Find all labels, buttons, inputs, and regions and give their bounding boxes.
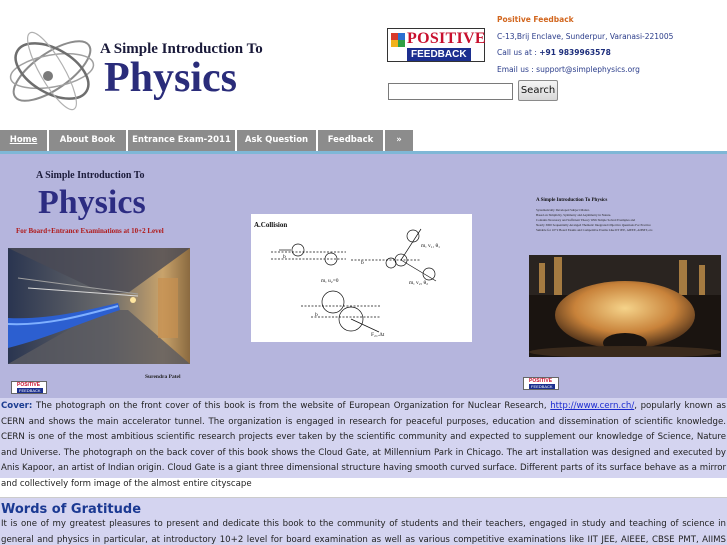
mini-logo-bottom: FEEDBACK: [529, 384, 555, 389]
mini-feedback-logo[interactable]: POSITIVE FEEDBACK: [523, 377, 559, 390]
search-button[interactable]: Search: [518, 80, 558, 101]
main-nav: Home About Book Entrance Exam-2011 Ask Q…: [0, 130, 727, 152]
positive-feedback-badge[interactable]: POSITIVE FEEDBACK: [387, 28, 486, 62]
mini-feedback-logo[interactable]: POSITIVE FEEDBACK: [11, 381, 47, 394]
front-cover: A Simple Introduction To Physics For Boa…: [8, 157, 198, 387]
svg-text:m, v₁, θ₁: m, v₁, θ₁: [421, 243, 440, 249]
back-cover-line: Based on Simplicity, Symmetry and Asymme…: [536, 213, 612, 217]
front-cover-subtitle: For Board+Entrance Examinations at 10+2 …: [16, 227, 164, 235]
email-address[interactable]: support@simplephysics.org: [536, 65, 640, 74]
search-input[interactable]: [388, 83, 513, 100]
cloud-gate-photo: [529, 255, 721, 357]
contact-phone-line: Call us at : +91 9839963578: [497, 45, 673, 62]
logo-title: Physics: [104, 55, 238, 101]
collision-diagram: A.Collision m, v₁, θ₁ m, v₂, θ₂ m, u₂=0 …: [251, 214, 472, 342]
back-cover-title: A Simple Introduction To Physics: [536, 198, 608, 203]
gratitude-heading: Words of Gratitude: [1, 502, 142, 517]
email-label: Email us :: [497, 64, 537, 74]
back-cover-line: Systematically Developed Subject Matter.: [536, 208, 590, 212]
svg-text:b: b: [361, 260, 364, 266]
site-logo[interactable]: A Simple Introduction To Physics: [4, 16, 263, 124]
book-cover-banner: A Simple Introduction To Physics For Boa…: [0, 154, 727, 398]
badge-square-icon: [398, 40, 405, 47]
svg-text:m, v₂, θ₂: m, v₂, θ₂: [409, 280, 428, 286]
badge-square-icon: [391, 40, 398, 47]
cover-text-part2: , popularly known as CERN and shows the …: [1, 401, 726, 489]
gratitude-section: Words of Gratitude It is one of my great…: [0, 497, 727, 545]
badge-square-icon: [398, 33, 405, 40]
badge-square-icon: [391, 33, 398, 40]
contact-info: Positive Feedback C-13,Brij Enclave, Sun…: [497, 12, 673, 78]
cover-description: Cover: The photograph on the front cover…: [0, 398, 727, 489]
tab-about-book[interactable]: About Book: [49, 130, 127, 151]
site-header: A Simple Introduction To Physics POSITIV…: [0, 0, 727, 130]
front-cover-author: Surendra Patel: [145, 374, 181, 380]
svg-text:m, u₂=0: m, u₂=0: [321, 278, 339, 284]
gratitude-text: It is one of my greatest pleasures to pr…: [1, 519, 726, 545]
accelerator-tunnel-photo: [8, 248, 190, 364]
collision-figure: m, v₁, θ₁ m, v₂, θ₂ m, u₂=0 F₂₁.Δt b b b: [271, 228, 440, 338]
contact-address: C-13,Brij Enclave, Sunderpur, Varanasi-2…: [497, 31, 674, 41]
contact-email-line: Email us : support@simplephysics.org: [497, 62, 673, 79]
svg-text:b: b: [315, 312, 318, 318]
front-cover-line1: A Simple Introduction To: [36, 170, 145, 181]
contact-title: Positive Feedback: [497, 15, 574, 24]
cover-text-part1: The photograph on the front cover of thi…: [32, 401, 551, 411]
mini-logo-bottom: FEEDBACK: [17, 388, 43, 393]
svg-text:b: b: [283, 254, 286, 260]
badge-feedback-text: FEEDBACK: [407, 48, 471, 61]
badge-positive-text: POSITIVE: [407, 30, 486, 47]
back-cover: A Simple Introduction To Physics Systema…: [529, 198, 721, 358]
tab-feedback[interactable]: Feedback: [318, 130, 384, 151]
front-cover-title: Physics: [38, 184, 146, 221]
tab-entrance-exam[interactable]: Entrance Exam-2011: [128, 130, 236, 151]
back-cover-line: Suitable for 10+2 Board Exams and Compet…: [536, 228, 654, 232]
call-label: Call us at :: [497, 48, 540, 57]
svg-text:F₂₁.Δt: F₂₁.Δt: [371, 332, 385, 338]
back-cover-line: Nearly 3000 Sequentially Arranged Themat…: [536, 223, 651, 227]
tab-home[interactable]: Home: [0, 130, 48, 151]
atom-logo-icon: [9, 31, 95, 111]
phone-number: +91 9839963578: [539, 48, 611, 57]
back-cover-line: Contains Necessary and Sufficient Theory…: [536, 218, 636, 222]
cover-label: Cover:: [1, 401, 33, 411]
tab-more[interactable]: »: [385, 130, 414, 151]
cern-link[interactable]: http://www.cern.ch/: [550, 401, 634, 411]
tab-ask-question[interactable]: Ask Question: [237, 130, 317, 151]
